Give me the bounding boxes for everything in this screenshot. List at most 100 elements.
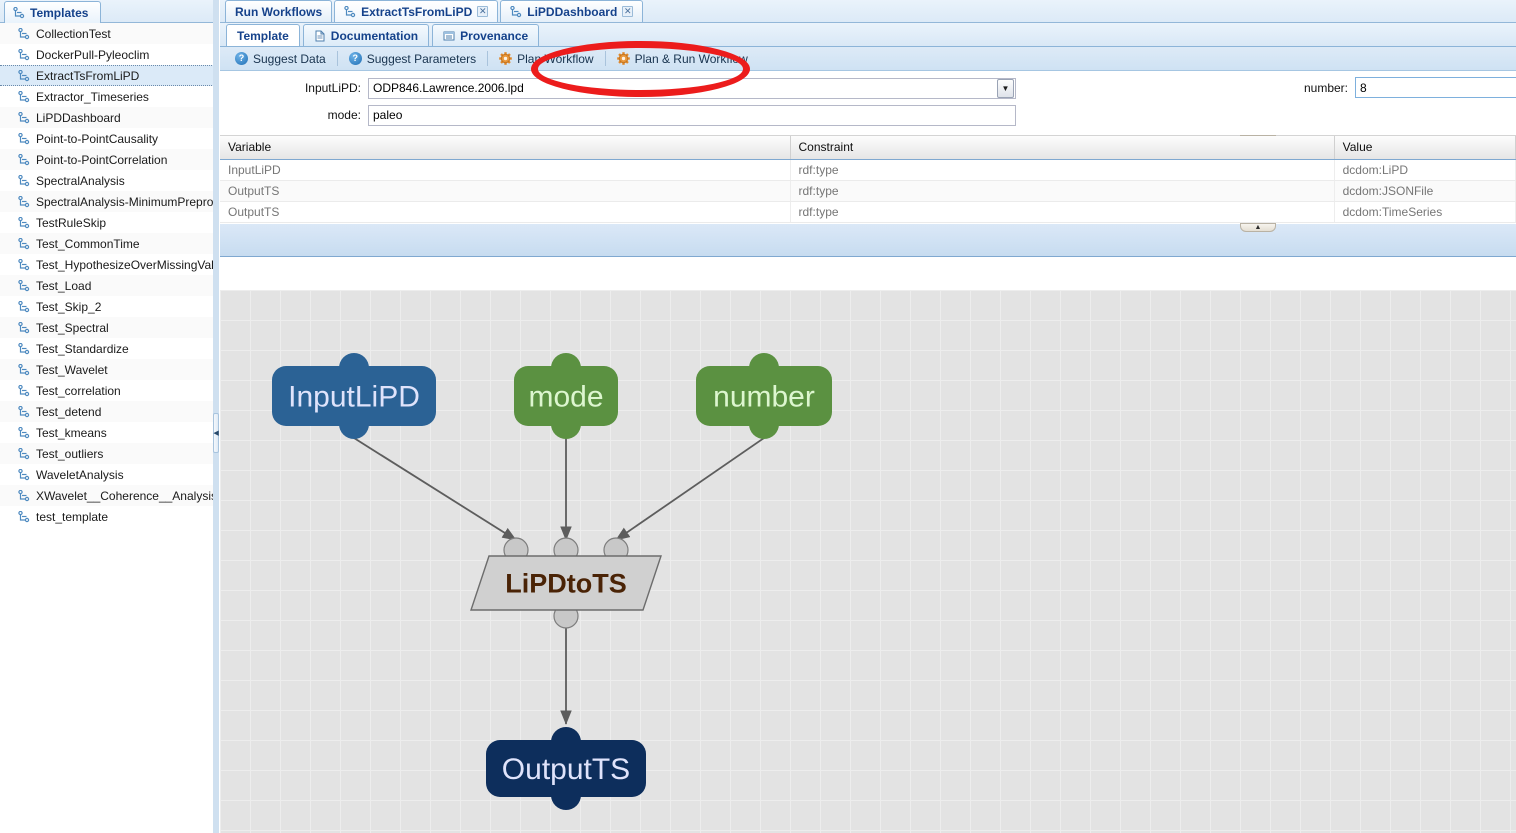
toolbar-button[interactable]: Plan Workflow [490,49,602,69]
inputlipd-value: ODP846.Lawrence.2006.lpd [373,81,524,95]
table-column-header[interactable]: Value [1334,136,1516,160]
diagram-edge [615,437,765,541]
tab-templates[interactable]: Templates [4,1,102,23]
workflow-tab[interactable]: ExtractTsFromLiPD ✕ [334,0,499,22]
panel-divider-band: ▲ [220,222,1516,257]
template-input-form: InputLiPD: ODP846.Lawrence.2006.lpd ▼ nu… [220,71,1516,144]
tab-templates-label: Templates [30,5,89,20]
workflow-template-icon [18,195,30,208]
template-list-item[interactable]: Test_kmeans [0,422,218,443]
template-list-item-label: SpectralAnalysis-MinimumPreprocess [36,194,218,209]
left-panel-splitter[interactable]: ◀ [213,0,219,833]
main-content-area: Run Workflows ExtractTsFromLiPD ✕ LiPDDashb… [220,0,1516,833]
workflow-tab[interactable]: Run Workflows [225,0,333,22]
constraints-table-container: Variable Constraint Value InputLiPD rdf:typ… [220,136,1516,223]
mode-label: mode: [327,108,361,122]
template-list-item[interactable]: Test_HypothesizeOverMissingValues [0,254,218,275]
question-circle-icon: ? [348,52,362,65]
template-list-item-label: Test_outliers [36,446,104,461]
template-list-item-label: Test_Wavelet [36,362,108,377]
template-list-item[interactable]: Test_Spectral [0,317,218,338]
template-list-item-label: Test_detend [36,404,102,419]
gear-icon [499,52,512,65]
workflow-template-icon [18,174,30,187]
inputlipd-combobox[interactable]: ODP846.Lawrence.2006.lpd ▼ [368,77,1016,99]
template-list-item[interactable]: Test_CommonTime [0,233,218,254]
template-list-item[interactable]: Test_Load [0,275,218,296]
toolbar-button[interactable]: ? Suggest Parameters [340,49,485,69]
workflow-template-icon [13,6,25,19]
workflow-template-icon [18,426,30,439]
table-row[interactable]: OutputTS rdf:type dcdom:JSONFile [220,180,1516,202]
diagram-node-label: mode [528,381,603,414]
template-list-item[interactable]: TestRuleSkip [0,212,218,233]
template-list-item[interactable]: SpectralAnalysis [0,170,218,191]
template-view-tab[interactable]: Documentation [302,24,430,46]
splitter-collapse-handle[interactable]: ◀ [213,413,219,453]
diagram-node[interactable]: mode [514,353,618,439]
workflow-template-icon [18,489,30,502]
template-list-item[interactable]: XWavelet__Coherence__Analysis [0,485,218,506]
toolbar-button[interactable]: ? Suggest Data [226,49,335,69]
template-list-item-label: Point-to-PointCorrelation [36,152,168,167]
template-list-item[interactable]: Point-to-PointCorrelation [0,149,218,170]
workflow-canvas-container[interactable]: InputLiPD mode number LiPDtoTS OutputTS [220,290,1516,833]
diagram-nodes[interactable]: InputLiPD mode number LiPDtoTS OutputTS [272,353,832,810]
template-list-item-label: XWavelet__Coherence__Analysis [36,488,217,503]
template-list-item[interactable]: Test_Wavelet [0,359,218,380]
toolbar-separator [487,51,489,66]
workflow-canvas[interactable]: InputLiPD mode number LiPDtoTS OutputTS [220,290,1516,833]
chevron-down-icon[interactable]: ▼ [997,78,1014,98]
template-list-item[interactable]: Point-to-PointCausality [0,128,218,149]
template-list-item[interactable]: Test_Skip_2 [0,296,218,317]
number-input[interactable] [1355,77,1516,98]
template-list-item[interactable]: Test_detend [0,401,218,422]
template-list-item[interactable]: Test_correlation [0,380,218,401]
template-list-item[interactable]: Test_Standardize [0,338,218,359]
diagram-node[interactable]: LiPDtoTS [470,537,662,629]
workflow-template-icon [18,48,30,61]
template-list-item[interactable]: CollectionTest [0,23,218,44]
templates-list[interactable]: CollectionTest DockerPull-Pyleoclim Extrac… [0,23,218,833]
workflow-template-icon [18,258,30,271]
templates-tabstrip: Templates [0,0,218,23]
toolbar-button[interactable]: Plan & Run Workflow [608,49,757,69]
close-icon[interactable]: ✕ [622,6,634,17]
template-list-item[interactable]: Test_outliers [0,443,218,464]
template-list-item[interactable]: Extractor_Timeseries [0,86,218,107]
template-toolbar: ? Suggest Data? Suggest Parameters Plan Wor… [220,47,1516,71]
toolbar-button-label: Plan Workflow [517,51,594,66]
template-list-item[interactable]: WaveletAnalysis [0,464,218,485]
template-view-tab[interactable]: Template [226,24,300,46]
number-row: number: [1295,77,1516,98]
table-body: InputLiPD rdf:type dcdom:LiPD OutputTS rdf:t… [220,159,1516,223]
table-collapse-handle[interactable]: ▲ [1240,222,1276,232]
table-cell: rdf:type [790,180,1335,202]
template-list-item[interactable]: SpectralAnalysis-MinimumPreprocess [0,191,218,212]
template-view-tab[interactable]: Provenance [432,24,540,46]
workflow-tab[interactable]: LiPDDashboard ✕ [500,0,644,22]
template-list-item-label: Test_CommonTime [36,236,140,251]
table-row[interactable]: InputLiPD rdf:type dcdom:LiPD [220,159,1516,181]
workflow-template-icon [18,279,30,292]
template-list-item-label: CollectionTest [36,26,111,41]
template-list-item-label: Test_correlation [36,383,121,398]
template-view-tab-label: Documentation [330,28,419,43]
table-cell: dcdom:LiPD [1334,159,1516,181]
table-row[interactable]: OutputTS rdf:type dcdom:TimeSeries [220,201,1516,223]
toolbar-button-label: Suggest Parameters [366,51,477,66]
diagram-node[interactable]: InputLiPD [272,353,436,439]
diagram-node[interactable]: number [696,353,832,439]
template-list-item-label: Test_Standardize [36,341,129,356]
template-list-item[interactable]: ExtractTsFromLiPD [0,65,218,86]
table-column-header[interactable]: Variable [220,136,791,160]
diagram-node[interactable]: OutputTS [486,727,646,810]
template-list-item[interactable]: test_template [0,506,218,527]
template-list-item[interactable]: LiPDDashboard [0,107,218,128]
table-column-header[interactable]: Constraint [790,136,1335,160]
mode-row: mode: [220,104,1516,126]
workflow-diagram: InputLiPD mode number LiPDtoTS OutputTS [272,353,832,810]
close-icon[interactable]: ✕ [477,6,489,17]
template-list-item[interactable]: DockerPull-Pyleoclim [0,44,218,65]
mode-input[interactable] [368,104,1016,126]
